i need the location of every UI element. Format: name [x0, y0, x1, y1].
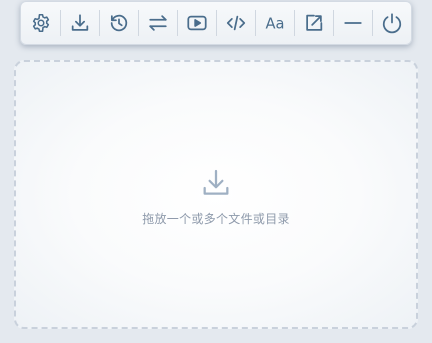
toolbar: Aa	[20, 1, 412, 45]
settings-button[interactable]	[21, 2, 60, 44]
drop-zone-icon	[199, 166, 233, 200]
download-button[interactable]	[60, 2, 99, 44]
file-drop-zone[interactable]: 拖放一个或多个文件或目录	[14, 60, 418, 329]
gear-icon	[32, 13, 49, 33]
download-icon	[71, 14, 88, 31]
minimize-icon	[343, 22, 362, 24]
play-icon	[186, 15, 207, 31]
external-link-icon	[305, 14, 322, 31]
font-icon: Aa	[265, 16, 284, 33]
power-icon	[382, 13, 401, 34]
play-button[interactable]	[177, 2, 216, 44]
history-icon	[110, 14, 127, 32]
download-icon	[203, 169, 229, 195]
power-button[interactable]	[372, 2, 411, 44]
swap-button[interactable]	[138, 2, 177, 44]
drop-zone-hint: 拖放一个或多个文件或目录	[142, 212, 290, 226]
history-button[interactable]	[99, 2, 138, 44]
svg-text:Aa: Aa	[265, 16, 284, 33]
code-icon	[226, 15, 245, 31]
swap-arrows-icon	[148, 15, 167, 31]
font-button[interactable]: Aa	[255, 2, 294, 44]
share-button[interactable]	[294, 2, 333, 44]
code-button[interactable]	[216, 2, 255, 44]
minimize-button[interactable]	[333, 2, 372, 44]
